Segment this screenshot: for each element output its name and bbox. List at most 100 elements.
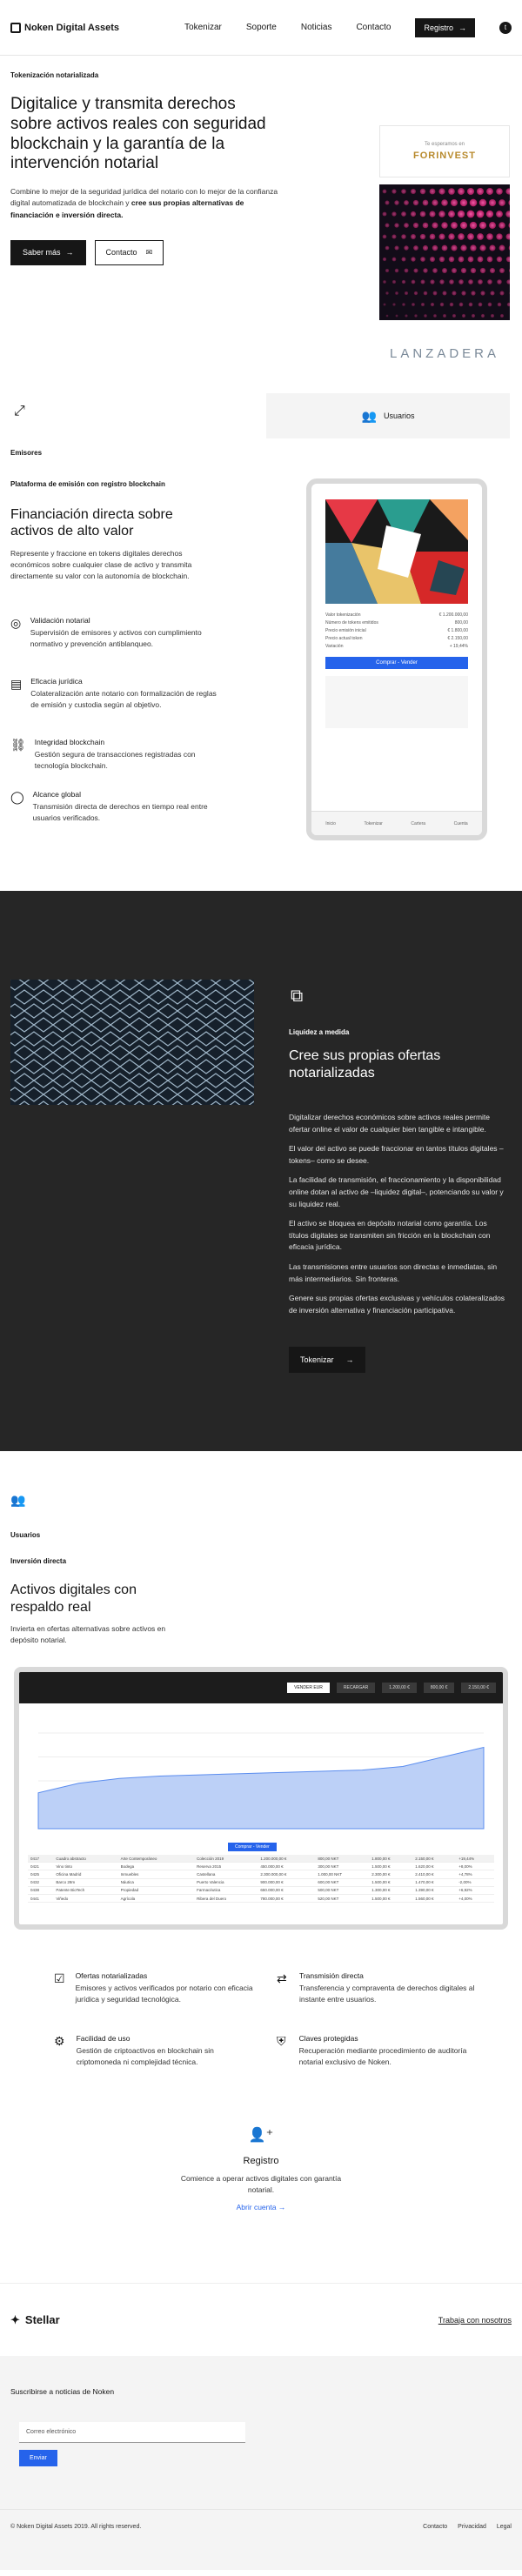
stellar-name: Stellar — [24, 2313, 60, 2326]
registro-title: Registro — [243, 2156, 279, 2166]
led-dot — [438, 211, 445, 217]
logo-icon — [10, 22, 21, 33]
table-cell: Propiedad — [117, 1886, 195, 1895]
features-grid: ☑ Ofertas notarializadas Emisores y activ… — [0, 1938, 522, 2126]
table-cell: 0438 — [28, 1886, 54, 1895]
led-dot — [411, 234, 416, 239]
paragraph: Digitalizar derechos económicos sobre ac… — [289, 1113, 491, 1134]
paragraph: El activo se bloquea en depósito notaria… — [289, 1219, 491, 1252]
area-series — [37, 1746, 485, 1830]
footer-legal[interactable]: Legal — [497, 2524, 512, 2530]
led-dot — [438, 233, 445, 240]
table-row[interactable]: 0432 Barco 28m Náutica Puerto Valencia 900.0… — [28, 1878, 494, 1887]
contacto-button[interactable]: Contacto ✉ — [94, 239, 164, 265]
led-dot — [451, 222, 458, 229]
registro-desc: Comience a operar activos digitales con … — [180, 2174, 342, 2194]
feature-desc: Colateralización ante notario con formal… — [30, 689, 217, 709]
led-dot — [412, 303, 415, 306]
led-dot — [470, 267, 477, 274]
buy-sell-button[interactable]: Comprar - Vender — [325, 657, 468, 669]
chain-link-icon: ⛓ — [10, 738, 26, 752]
tokenizar-button[interactable]: Tokenizar → — [289, 1347, 365, 1373]
table-cell: Farmacéutica — [194, 1886, 258, 1895]
tab-tokenizar[interactable]: Tokenizar — [364, 821, 382, 826]
feature-facilidad: ⚙ Facilidad de uso Gestión de criptoactiv… — [54, 2034, 254, 2068]
led-dot — [476, 210, 485, 218]
abrir-cuenta-label: Abrir cuenta — [236, 2202, 277, 2211]
nav-soporte[interactable]: Soporte — [246, 23, 277, 32]
led-dot — [486, 188, 493, 195]
saber-mas-button[interactable]: Saber más → — [10, 239, 86, 265]
led-dot — [476, 187, 485, 196]
led-dot — [467, 256, 474, 263]
led-dot — [430, 302, 435, 307]
led-dot — [480, 313, 485, 318]
feature-desc: Gestión segura de transacciones registra… — [34, 750, 196, 770]
paragraph: La facilidad de transmisión, el fraccion… — [289, 1175, 504, 1208]
twitter-icon[interactable]: t — [499, 21, 512, 34]
stellar-logo[interactable]: ✦ Stellar — [10, 2313, 60, 2327]
enviar-button[interactable]: Enviar — [19, 2450, 57, 2466]
led-dot — [422, 199, 429, 206]
forinvest-banner[interactable]: Te esperamos en FORINVEST — [379, 125, 510, 177]
led-dot — [394, 268, 399, 273]
table-cell: Patente BioTech — [53, 1886, 118, 1895]
table-cell: +4,78% — [456, 1870, 494, 1879]
led-dot — [486, 256, 493, 263]
dash-pill: 2.150,00 € — [461, 1683, 496, 1693]
table-cell: 450.000,00 € — [258, 1862, 316, 1871]
table-cell: 650.000,00 € — [258, 1886, 316, 1895]
tab-inicio[interactable]: Inicio — [325, 821, 336, 826]
dash-pill[interactable]: RECARGAR — [336, 1683, 376, 1693]
hero-body: Combine lo mejor de la seguridad jurídic… — [10, 186, 280, 221]
nav-contacto[interactable]: Contacto — [356, 23, 391, 32]
led-dot — [402, 303, 405, 306]
abrir-cuenta-link[interactable]: Abrir cuenta → — [237, 2203, 286, 2211]
tab-cuenta[interactable]: Cuenta — [454, 821, 468, 826]
table-row[interactable]: 0421 Vino tinto Bodega Reserva 2015 450.000,… — [28, 1862, 494, 1871]
register-button[interactable]: Registro → — [415, 17, 475, 37]
table-row[interactable]: 0441 Viñedo Agrícola Ribera del Duero 780.00… — [28, 1894, 494, 1904]
trabaja-link[interactable]: Trabaja con nosotros — [438, 2316, 512, 2325]
led-dot — [404, 291, 409, 296]
led-dot — [385, 245, 390, 251]
nav-tokenizar[interactable]: Tokenizar — [184, 23, 222, 32]
led-dot — [461, 313, 466, 318]
led-dot — [441, 244, 448, 251]
info-row: Valor tokenización € 1.200.000,00 — [325, 612, 468, 618]
led-dot — [499, 222, 505, 229]
led-dot — [385, 200, 390, 205]
dash-pill[interactable]: VENDER EUR — [287, 1683, 330, 1693]
table-row[interactable]: 0425 Oficina Madrid Inmuebles Castellana 2.3… — [28, 1870, 494, 1879]
email-field[interactable]: Correo electrónico — [19, 2422, 245, 2443]
tab-cartera[interactable]: Cartera — [411, 821, 425, 826]
led-dot — [382, 211, 387, 217]
info-row: Precio actual token € 2.150,00 — [325, 635, 468, 641]
led-dot — [414, 314, 418, 318]
led-dot — [478, 279, 483, 284]
led-dot — [505, 233, 510, 240]
emisores-label: Emisores — [10, 449, 43, 457]
table-row[interactable]: 0438 Patente BioTech Propiedad Farmacéutica… — [28, 1886, 494, 1895]
led-dot — [392, 189, 397, 194]
table-cell: 520,00 NKT — [315, 1894, 370, 1904]
table-cell: Náutica — [117, 1878, 195, 1887]
dash-buy-button[interactable]: Comprar - Vender — [228, 1843, 277, 1851]
led-dot — [488, 198, 497, 207]
led-dot — [461, 291, 466, 296]
footer-contacto[interactable]: Contacto — [423, 2524, 447, 2530]
gear-icon: ⚙ — [54, 2034, 65, 2048]
abstract-art — [325, 499, 468, 604]
footer-privacidad[interactable]: Privacidad — [458, 2524, 486, 2530]
nav-noticias[interactable]: Noticias — [301, 23, 332, 32]
led-dot — [479, 267, 486, 274]
led-dot — [506, 302, 510, 307]
led-dot — [419, 188, 426, 195]
led-dot — [505, 256, 510, 263]
table-cell: 0417 — [28, 1855, 54, 1863]
led-dot — [401, 211, 406, 217]
led-dot — [383, 280, 386, 284]
logo[interactable]: Noken Digital Assets — [10, 22, 119, 33]
table-cell: 2.410,00 € — [412, 1870, 457, 1879]
table-row[interactable]: 0417 Cuadro abstracto Arte Contemporáneo Co… — [28, 1855, 494, 1863]
